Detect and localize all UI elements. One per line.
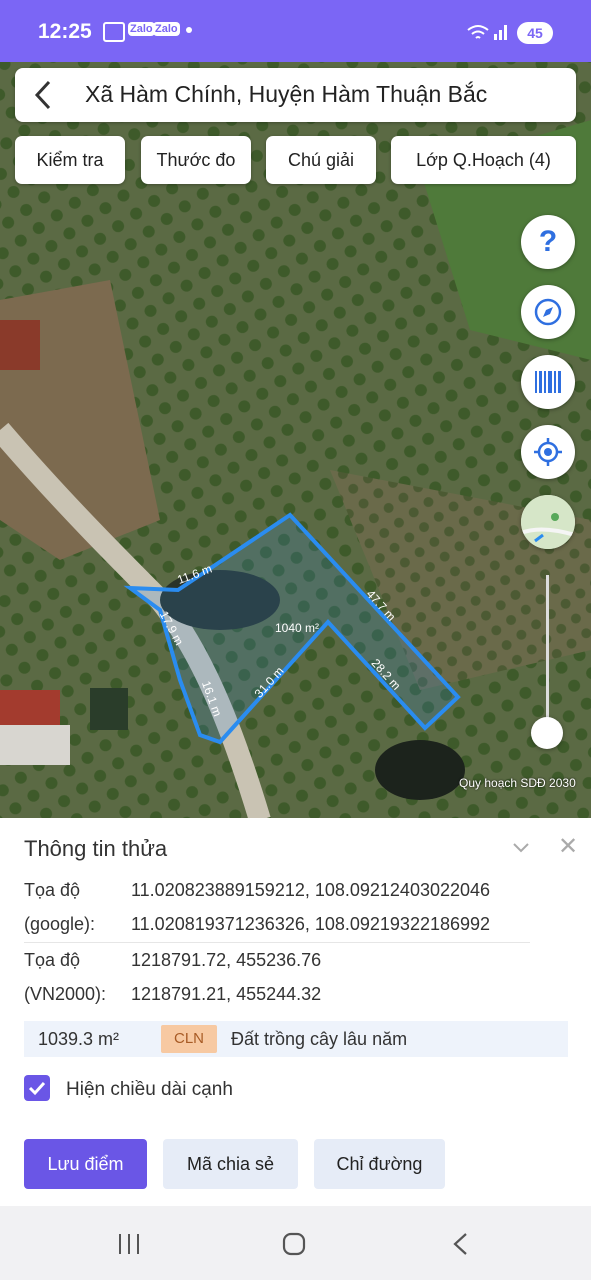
- help-icon[interactable]: ?: [521, 215, 575, 269]
- compass-icon[interactable]: [521, 285, 575, 339]
- opacity-slider-thumb[interactable]: [531, 717, 563, 749]
- google-coord: 11.020823889159212, 108.09212403022046: [131, 880, 491, 900]
- map-caption: Quy hoạch SDĐ 2030: [459, 776, 576, 790]
- wifi-signal-icon: [467, 25, 507, 40]
- recent-apps-icon[interactable]: [117, 1233, 141, 1255]
- check-icon: [28, 1081, 46, 1096]
- show-edges-checkbox[interactable]: [24, 1075, 50, 1101]
- directions-button[interactable]: Chỉ đường: [314, 1139, 445, 1189]
- location-header: Xã Hàm Chính, Huyện Hàm Thuận Bắc: [15, 68, 576, 122]
- planning-layers-button[interactable]: Lớp Q.Hoạch (4): [391, 136, 576, 184]
- vn-label: (VN2000):: [24, 984, 107, 1004]
- vn2000-coord: 1218791.21, 455244.32: [131, 984, 322, 1004]
- back-icon[interactable]: [452, 1232, 468, 1256]
- land-description: Đất trồng cây lâu năm: [231, 1029, 408, 1049]
- save-point-button[interactable]: Lưu điểm: [24, 1139, 147, 1189]
- opacity-slider-track[interactable]: [546, 575, 549, 735]
- chevron-left-icon[interactable]: [33, 80, 53, 110]
- land-use-row: 1039.3 m² CLN Đất trồng cây lâu năm: [24, 1021, 568, 1057]
- parcel-area-label: 1040 m²: [275, 621, 319, 635]
- vn-label: Tọa độ: [24, 950, 81, 970]
- screenshot-icon: [103, 22, 125, 42]
- zalo-icon: Zalo: [128, 22, 155, 36]
- battery-icon: 45: [517, 22, 553, 44]
- home-icon[interactable]: [282, 1232, 306, 1256]
- check-button[interactable]: Kiểm tra: [15, 136, 125, 184]
- coord-label: Tọa độ: [24, 880, 81, 900]
- locate-icon[interactable]: [521, 425, 575, 479]
- status-time: 12:25: [38, 20, 92, 43]
- land-code-badge: CLN: [161, 1025, 217, 1053]
- chevron-down-icon[interactable]: [512, 842, 530, 854]
- measure-button[interactable]: Thước đo: [141, 136, 251, 184]
- google-coord: 11.020819371236326, 108.09219322186992: [131, 914, 491, 934]
- legend-button[interactable]: Chú giải: [266, 136, 376, 184]
- notification-dot-icon: [186, 27, 192, 33]
- coord-label: (google):: [24, 914, 96, 934]
- vn2000-coord: 1218791.72, 455236.76: [131, 950, 322, 970]
- location-title[interactable]: Xã Hàm Chính, Huyện Hàm Thuận Bắc: [85, 81, 487, 108]
- status-bar: 12:25 Zalo Zalo 45: [0, 0, 591, 62]
- close-icon[interactable]: ✕: [558, 832, 578, 861]
- parcel-area: 1039.3 m²: [38, 1029, 120, 1049]
- show-edges-label[interactable]: Hiện chiều dài cạnh: [66, 1079, 233, 1101]
- layer-thumbnail[interactable]: [521, 495, 575, 549]
- zalo-icon: Zalo: [153, 22, 180, 36]
- system-nav-bar: [0, 1206, 591, 1280]
- barcode-icon[interactable]: [521, 355, 575, 409]
- share-code-button[interactable]: Mã chia sẻ: [163, 1139, 298, 1189]
- panel-title: Thông tin thửa: [24, 836, 168, 861]
- divider: [24, 942, 530, 943]
